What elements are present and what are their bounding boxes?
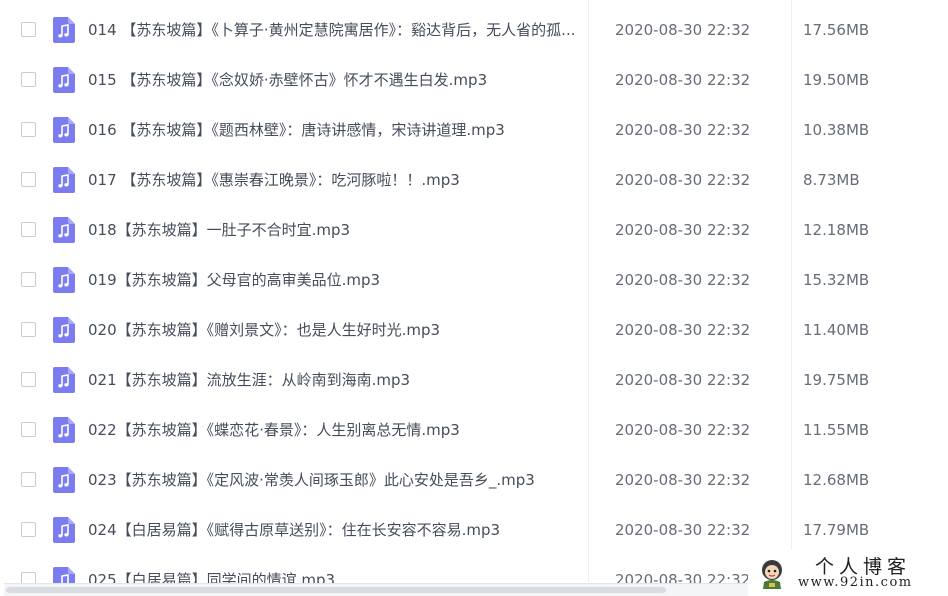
music-file-icon	[53, 367, 75, 393]
file-date: 2020-08-30 22:32	[615, 171, 751, 189]
scrollbar-thumb[interactable]	[6, 587, 666, 593]
file-row[interactable]: 018【苏东坡篇】一肚子不合时宜.mp3 2020-08-30 22:32 12…	[0, 206, 948, 256]
file-size: 12.68MB	[803, 471, 870, 489]
file-name[interactable]: 018【苏东坡篇】一肚子不合时宜.mp3	[88, 220, 588, 240]
file-size: 8.73MB	[803, 171, 860, 189]
music-file-icon	[53, 517, 75, 543]
file-size: 12.18MB	[803, 221, 870, 239]
file-date: 2020-08-30 22:32	[615, 21, 751, 39]
row-checkbox[interactable]	[21, 422, 36, 437]
file-name[interactable]: 020【苏东坡篇】《赠刘景文》：也是人生好时光.mp3	[88, 320, 588, 340]
music-file-icon	[53, 217, 75, 243]
row-checkbox[interactable]	[21, 22, 36, 37]
file-row[interactable]: 015 【苏东坡篇】《念奴娇·赤壁怀古》怀才不遇生白发.mp3 2020-08-…	[0, 56, 948, 106]
file-date: 2020-08-30 22:32	[615, 121, 751, 139]
file-date: 2020-08-30 22:32	[615, 521, 751, 539]
row-checkbox[interactable]	[21, 522, 36, 537]
file-name[interactable]: 019【苏东坡篇】父母官的高审美品位.mp3	[88, 270, 588, 290]
watermark-url: www.92in.com	[798, 575, 913, 590]
file-row[interactable]: 020【苏东坡篇】《赠刘景文》：也是人生好时光.mp3 2020-08-30 2…	[0, 306, 948, 356]
file-size: 17.56MB	[803, 21, 870, 39]
row-checkbox[interactable]	[21, 472, 36, 487]
music-file-icon	[53, 467, 75, 493]
music-file-icon	[53, 117, 75, 143]
file-name[interactable]: 016 【苏东坡篇】《题西林壁》：唐诗讲感情，宋诗讲道理.mp3	[88, 120, 588, 140]
row-checkbox[interactable]	[21, 272, 36, 287]
row-checkbox[interactable]	[21, 122, 36, 137]
file-row[interactable]: 019【苏东坡篇】父母官的高审美品位.mp3 2020-08-30 22:32 …	[0, 256, 948, 306]
file-name[interactable]: 022【苏东坡篇】《蝶恋花·春景》：人生别离总无情.mp3	[88, 420, 588, 440]
file-row[interactable]: 016 【苏东坡篇】《题西林壁》：唐诗讲感情，宋诗讲道理.mp3 2020-08…	[0, 106, 948, 156]
file-size: 19.75MB	[803, 371, 870, 389]
file-name[interactable]: 024【白居易篇】《赋得古原草送别》：住在长安容不容易.mp3	[88, 520, 588, 540]
file-row[interactable]: 014 【苏东坡篇】《卜算子·黄州定慧院寓居作》：谿达背后，无人省的孤... 2…	[0, 6, 948, 56]
file-date: 2020-08-30 22:32	[615, 221, 751, 239]
file-row[interactable]: 024【白居易篇】《赋得古原草送别》：住在长安容不容易.mp3 2020-08-…	[0, 506, 948, 556]
mascot-icon	[762, 560, 782, 589]
row-checkbox[interactable]	[21, 372, 36, 387]
file-row[interactable]: 022【苏东坡篇】《蝶恋花·春景》：人生别离总无情.mp3 2020-08-30…	[0, 406, 948, 456]
music-file-icon	[53, 167, 75, 193]
file-date: 2020-08-30 22:32	[615, 371, 751, 389]
file-date: 2020-08-30 22:32	[615, 321, 751, 339]
row-checkbox[interactable]	[21, 172, 36, 187]
file-list: 014 【苏东坡篇】《卜算子·黄州定慧院寓居作》：谿达背后，无人省的孤... 2…	[0, 0, 948, 596]
music-file-icon	[53, 17, 75, 43]
file-name[interactable]: 021【苏东坡篇】流放生涯：从岭南到海南.mp3	[88, 370, 588, 390]
file-row[interactable]: 021【苏东坡篇】流放生涯：从岭南到海南.mp3 2020-08-30 22:3…	[0, 356, 948, 406]
music-file-icon	[53, 417, 75, 443]
row-checkbox[interactable]	[21, 72, 36, 87]
file-size: 19.50MB	[803, 71, 870, 89]
row-checkbox[interactable]	[21, 322, 36, 337]
file-name[interactable]: 014 【苏东坡篇】《卜算子·黄州定慧院寓居作》：谿达背后，无人省的孤...	[88, 20, 588, 40]
watermark: 个人博客 www.92in.com	[748, 550, 948, 596]
file-name[interactable]: 015 【苏东坡篇】《念奴娇·赤壁怀古》怀才不遇生白发.mp3	[88, 70, 588, 90]
file-size: 15.32MB	[803, 271, 870, 289]
file-row[interactable]: 017 【苏东坡篇】《惠崇春江晚景》：吃河豚啦！！.mp3 2020-08-30…	[0, 156, 948, 206]
file-name[interactable]: 023【苏东坡篇】《定风波·常羡人间琢玉郎》此心安处是吾乡_.mp3	[88, 470, 588, 490]
music-file-icon	[53, 267, 75, 293]
file-name[interactable]: 017 【苏东坡篇】《惠崇春江晚景》：吃河豚啦！！.mp3	[88, 170, 588, 190]
file-size: 17.79MB	[803, 521, 870, 539]
file-row[interactable]: 023【苏东坡篇】《定风波·常羡人间琢玉郎》此心安处是吾乡_.mp3 2020-…	[0, 456, 948, 506]
file-size: 11.55MB	[803, 421, 870, 439]
file-date: 2020-08-30 22:32	[615, 271, 751, 289]
music-file-icon	[53, 317, 75, 343]
file-date: 2020-08-30 22:32	[615, 421, 751, 439]
row-checkbox[interactable]	[21, 222, 36, 237]
file-size: 11.40MB	[803, 321, 870, 339]
file-date: 2020-08-30 22:32	[615, 471, 751, 489]
music-file-icon	[53, 67, 75, 93]
file-size: 10.38MB	[803, 121, 870, 139]
file-date: 2020-08-30 22:32	[615, 71, 751, 89]
